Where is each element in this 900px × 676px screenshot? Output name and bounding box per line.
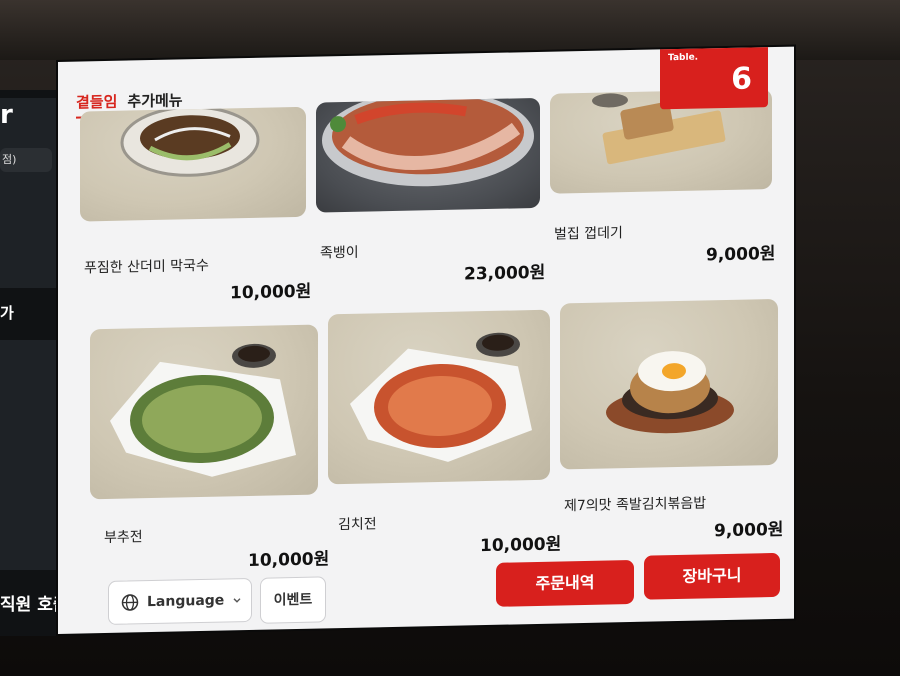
- menu-item-price: 9,000원: [714, 519, 784, 542]
- menu-item-price: 10,000원: [480, 534, 562, 557]
- table-number-badge: Table. 6: [660, 46, 768, 110]
- menu-item-price: 23,000원: [464, 262, 546, 285]
- event-button[interactable]: 이벤트: [260, 576, 326, 624]
- menu-item-name: 제7의맛 족발김치볶음밥: [564, 495, 707, 515]
- kimchi-pancake-icon: [350, 332, 532, 462]
- sidebar-section-label[interactable]: 가: [0, 302, 14, 323]
- noodle-dish-icon: [120, 106, 260, 177]
- order-history-button[interactable]: 주문내역: [496, 559, 634, 607]
- cart-button[interactable]: 장바구니: [644, 552, 780, 600]
- menu-item-price: 9,000원: [706, 243, 776, 266]
- menu-photo[interactable]: [80, 106, 306, 222]
- menu-photo[interactable]: [316, 97, 540, 213]
- menu-item-name: 푸짐한 산더미 막국수: [84, 257, 209, 277]
- chevron-down-icon: [233, 598, 241, 603]
- menu-item-price: 10,000원: [230, 281, 312, 304]
- table-label: Table.: [668, 52, 699, 64]
- fried-rice-icon: [606, 351, 734, 434]
- menu-photo[interactable]: [560, 298, 778, 470]
- menu-item-name: 벌집 껍데기: [554, 225, 623, 243]
- language-button[interactable]: Language: [108, 577, 252, 625]
- table-number: 6: [731, 61, 752, 97]
- chive-pancake-icon: [110, 343, 296, 477]
- menu-item-name: 족뱅이: [320, 244, 359, 262]
- sidebar-brand-text: r: [0, 100, 13, 130]
- language-label: Language: [147, 592, 225, 611]
- menu-item-name: 부추전: [104, 529, 143, 547]
- menu-photo[interactable]: [90, 324, 318, 500]
- pork-platter-icon: [322, 97, 534, 187]
- menu-photo[interactable]: [328, 309, 550, 485]
- sidebar-store-pill[interactable]: 점): [0, 148, 52, 172]
- kiosk-screen: 곁들임 추가메뉴 푸짐한 산더미 막국수 10,000원 족뱅이 23,000원…: [58, 46, 794, 634]
- menu-item-name: 김치전: [338, 516, 377, 534]
- globe-icon: [121, 594, 139, 611]
